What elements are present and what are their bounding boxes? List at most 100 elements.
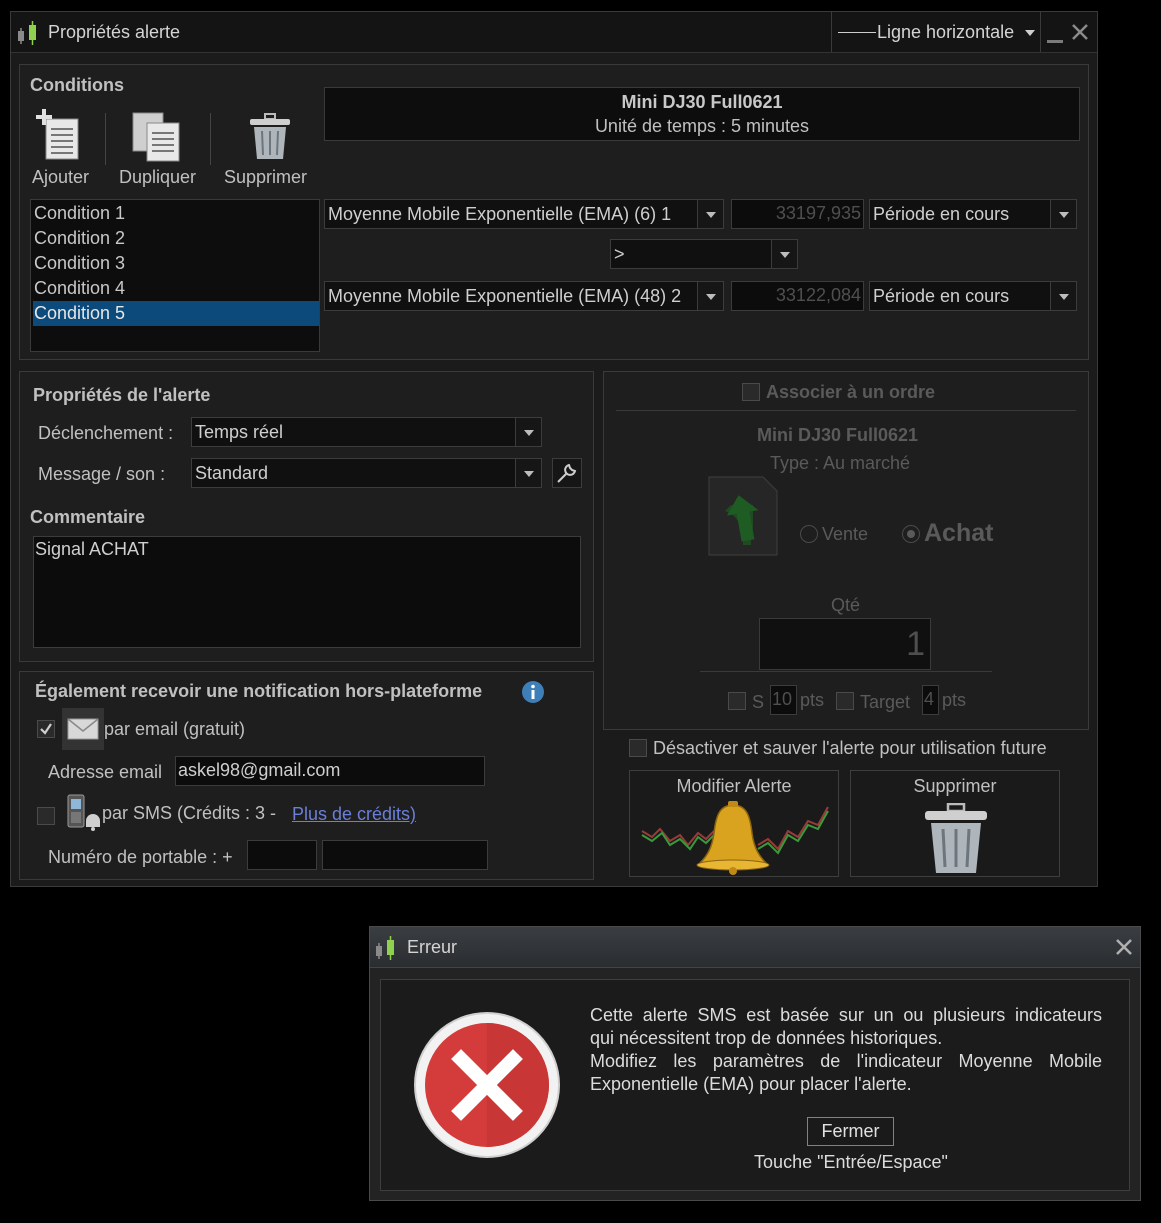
period-2-select[interactable]: Période en cours bbox=[869, 281, 1077, 311]
quantity-value: 1 bbox=[906, 625, 925, 663]
error-title-bar: Erreur bbox=[370, 927, 1140, 968]
email-address-label: Adresse email bbox=[48, 762, 163, 782]
stop-unit: pts bbox=[800, 690, 825, 710]
alert-properties-window: Propriétés alerte Ligne horizontale Cond… bbox=[10, 11, 1098, 887]
duplicate-document-icon bbox=[132, 112, 180, 162]
add-label: Ajouter bbox=[32, 167, 90, 187]
operator-select[interactable]: > bbox=[610, 239, 798, 269]
period-1-select[interactable]: Période en cours bbox=[869, 199, 1077, 229]
comment-textarea[interactable]: Signal ACHAT bbox=[33, 536, 581, 648]
sms-checkbox[interactable] bbox=[37, 807, 55, 825]
keyboard-hint: Touche "Entrée/Espace" bbox=[754, 1152, 948, 1172]
target-checkbox[interactable] bbox=[836, 692, 854, 710]
list-item[interactable]: Condition 4 bbox=[33, 276, 319, 301]
message-select[interactable]: Standard bbox=[191, 458, 542, 488]
error-dialog: Erreur Cette alerte SMS est basée sur un… bbox=[369, 926, 1141, 1201]
deactivate-label: Désactiver et sauver l'alerte pour utili… bbox=[653, 738, 1047, 758]
chevron-down-icon bbox=[515, 418, 541, 446]
close-button[interactable]: Fermer bbox=[807, 1117, 894, 1146]
operator-value: > bbox=[614, 244, 625, 264]
chevron-down-icon bbox=[771, 240, 797, 268]
indicator-2-current-value: 33122,084 bbox=[731, 281, 864, 311]
line-style-icon bbox=[838, 32, 876, 33]
chevron-down-icon bbox=[697, 200, 723, 228]
more-credits-link[interactable]: Plus de crédits) bbox=[292, 804, 416, 825]
list-item[interactable]: Condition 3 bbox=[33, 251, 319, 276]
period-2-value: Période en cours bbox=[873, 286, 1010, 306]
trash-icon bbox=[925, 803, 987, 873]
email-address-input[interactable]: askel98@gmail.com bbox=[175, 756, 485, 786]
indicator-1-select[interactable]: Moyenne Mobile Exponentielle (EMA) (6) 1 bbox=[324, 199, 724, 229]
sell-radio[interactable] bbox=[800, 525, 818, 543]
chevron-down-icon bbox=[515, 459, 541, 487]
info-icon[interactable] bbox=[521, 680, 545, 704]
duplicate-condition-button[interactable]: Dupliquer bbox=[115, 105, 205, 187]
buy-label: Achat bbox=[924, 519, 994, 547]
buy-radio[interactable] bbox=[902, 525, 920, 543]
modify-alert-label: Modifier Alerte bbox=[676, 776, 792, 796]
stop-label: S bbox=[752, 692, 765, 712]
message-value: Standard bbox=[195, 463, 269, 483]
error-line-4: Exponentielle (EMA) pour placer l'alerte… bbox=[590, 1074, 912, 1094]
minimize-icon[interactable] bbox=[1047, 40, 1063, 43]
phone-number-label: Numéro de portable : + bbox=[48, 847, 233, 867]
delete-alert-button[interactable]: Supprimer bbox=[850, 770, 1060, 877]
chevron-down-icon bbox=[697, 282, 723, 310]
indicator-2-value: Moyenne Mobile Exponentielle (EMA) (48) … bbox=[328, 286, 682, 306]
duplicate-label: Dupliquer bbox=[119, 167, 197, 187]
associate-order-label: Associer à un ordre bbox=[766, 382, 936, 402]
list-item-selected[interactable]: Condition 5 bbox=[33, 301, 319, 326]
comment-header: Commentaire bbox=[30, 507, 146, 527]
conditions-header: Conditions bbox=[30, 75, 124, 95]
message-label: Message / son : bbox=[38, 464, 166, 484]
app-logo-icon bbox=[376, 936, 394, 960]
order-instrument: Mini DJ30 Full0621 bbox=[757, 425, 919, 445]
modify-alert-button[interactable]: Modifier Alerte bbox=[629, 770, 839, 877]
sound-settings-button[interactable] bbox=[552, 458, 582, 488]
email-checkbox[interactable] bbox=[37, 720, 55, 738]
stop-checkbox[interactable] bbox=[728, 692, 746, 710]
close-icon[interactable] bbox=[1115, 938, 1133, 956]
indicator-2-select[interactable]: Moyenne Mobile Exponentielle (EMA) (48) … bbox=[324, 281, 724, 311]
phone-number-input[interactable] bbox=[322, 840, 488, 870]
indicator-1-current-value: 33197,935 bbox=[731, 199, 864, 229]
target-value-input[interactable]: 4 bbox=[922, 685, 939, 715]
close-icon[interactable] bbox=[1072, 24, 1088, 40]
buy-order-icon bbox=[708, 476, 778, 556]
wrench-icon bbox=[557, 463, 577, 483]
trigger-select[interactable]: Temps réel bbox=[191, 417, 542, 447]
condition-list[interactable]: Condition 1 Condition 2 Condition 3 Cond… bbox=[30, 199, 320, 352]
alert-properties-header: Propriétés de l'alerte bbox=[33, 385, 211, 405]
drawing-tool-label: Ligne horizontale bbox=[877, 22, 1015, 42]
phone-country-code-input[interactable] bbox=[247, 840, 317, 870]
quantity-input[interactable]: 1 bbox=[759, 618, 931, 670]
stop-value-input[interactable]: 10 bbox=[770, 685, 797, 715]
email-option-label: par email (gratuit) bbox=[104, 719, 246, 739]
list-item[interactable]: Condition 2 bbox=[33, 226, 319, 251]
associate-order-checkbox[interactable] bbox=[742, 383, 760, 401]
drawing-tool-selector[interactable]: Ligne horizontale bbox=[831, 12, 1041, 52]
conditions-panel: Conditions Ajouter Dupliquer Supprimer M… bbox=[19, 64, 1089, 360]
radio-dot bbox=[907, 530, 915, 538]
instrument-name: Mini DJ30 Full0621 bbox=[621, 92, 783, 112]
notification-header: Également recevoir une notification hors… bbox=[35, 681, 483, 701]
trigger-value: Temps réel bbox=[195, 422, 284, 442]
delete-condition-button[interactable]: Supprimer bbox=[220, 105, 320, 187]
order-panel: Associer à un ordre Mini DJ30 Full0621 T… bbox=[603, 371, 1089, 730]
deactivate-checkbox[interactable] bbox=[629, 739, 647, 757]
email-icon-box bbox=[62, 708, 104, 750]
add-document-icon bbox=[36, 109, 79, 160]
target-label: Target bbox=[860, 692, 911, 712]
alert-bell-chart-icon bbox=[641, 801, 829, 875]
list-item[interactable]: Condition 1 bbox=[33, 201, 319, 226]
toolbar-divider bbox=[105, 113, 106, 165]
error-content-panel: Cette alerte SMS est basée sur un ou plu… bbox=[380, 979, 1130, 1191]
envelope-icon bbox=[67, 718, 99, 740]
mobile-phone-icon bbox=[67, 794, 100, 831]
delete-alert-label: Supprimer bbox=[913, 776, 997, 796]
quantity-divider bbox=[700, 671, 992, 672]
order-header-divider bbox=[616, 410, 1076, 411]
comment-text: Signal ACHAT bbox=[35, 539, 149, 559]
period-1-value: Période en cours bbox=[873, 204, 1010, 224]
add-condition-button[interactable]: Ajouter bbox=[28, 105, 102, 187]
